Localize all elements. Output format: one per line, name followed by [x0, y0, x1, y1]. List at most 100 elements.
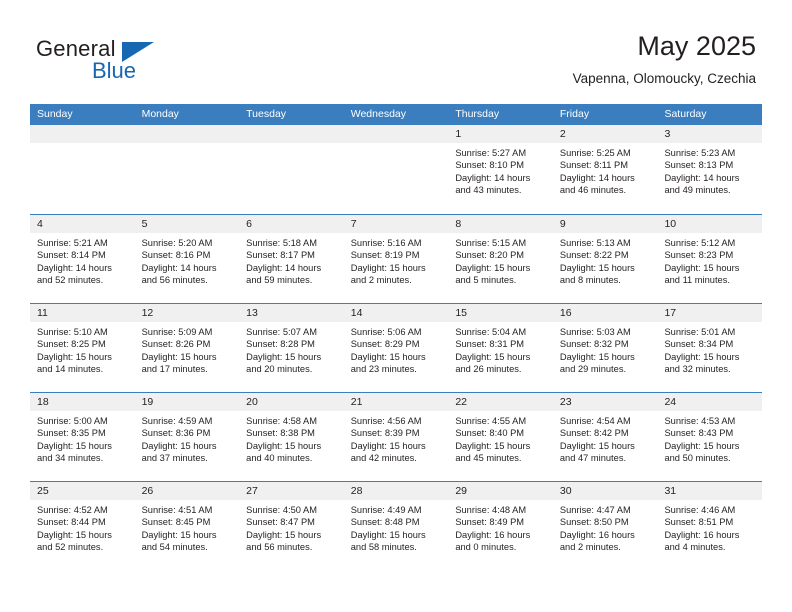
day-number: 26 [134, 482, 240, 500]
weekday-header-wednesday: Wednesday [350, 108, 406, 120]
sunrise-time: Sunrise: 5:03 AM [559, 327, 631, 337]
sunset-time: Sunset: 8:25 PM [37, 339, 106, 350]
day-info: Sunrise: 5:03 AM Sunset: 8:32 PM Daylight:… [553, 322, 658, 376]
calendar-day-cell[interactable]: 2 Sunrise: 5:25 AM Sunset: 8:11 PM Daylight… [552, 125, 658, 214]
daylight-duration-line2: and 54 minutes. [141, 542, 208, 553]
sunrise-time: Sunrise: 5:01 AM [664, 327, 736, 337]
calendar-day-cell[interactable]: 8 Sunrise: 5:15 AM Sunset: 8:20 PM Daylight… [448, 215, 553, 303]
calendar-day-cell-empty[interactable] [134, 125, 240, 214]
sunset-time: Sunset: 8:32 PM [559, 339, 629, 350]
daylight-duration-line1: Daylight: 16 hours [664, 529, 740, 540]
sunrise-time: Sunrise: 5:25 AM [559, 148, 631, 158]
daylight-duration-line2: and 29 minutes. [559, 364, 627, 375]
daylight-duration-line1: Daylight: 15 hours [246, 351, 322, 362]
logo-text-blue: Blue [92, 58, 137, 83]
day-info: Sunrise: 5:00 AM Sunset: 8:35 PM Daylight:… [30, 411, 135, 465]
sunrise-time: Sunrise: 4:58 AM [246, 416, 317, 426]
sunrise-time: Sunrise: 5:12 AM [664, 238, 736, 248]
daylight-duration-line1: Daylight: 15 hours [664, 351, 740, 362]
daylight-duration-line1: Daylight: 14 hours [664, 172, 740, 183]
calendar-day-cell[interactable]: 24 Sunrise: 4:53 AM Sunset: 8:43 PM Dayligh… [657, 393, 763, 481]
day-number: 3 [657, 125, 763, 143]
day-info: Sunrise: 5:18 AM Sunset: 8:17 PM Daylight:… [239, 233, 344, 287]
calendar-day-cell[interactable]: 18 Sunrise: 5:00 AM Sunset: 8:35 PM Dayligh… [30, 393, 135, 481]
calendar-day-cell-empty[interactable] [239, 125, 344, 214]
day-info: Sunrise: 5:15 AM Sunset: 8:20 PM Daylight:… [448, 233, 553, 287]
sunset-time: Sunset: 8:34 PM [664, 339, 734, 350]
daylight-duration-line2: and 26 minutes. [455, 364, 522, 375]
calendar-day-cell[interactable]: 6 Sunrise: 5:18 AM Sunset: 8:17 PM Daylight… [239, 215, 344, 303]
sunset-time: Sunset: 8:10 PM [455, 160, 525, 171]
day-info: Sunrise: 5:10 AM Sunset: 8:25 PM Daylight:… [30, 322, 135, 376]
calendar-day-cell[interactable]: 28 Sunrise: 4:49 AM Sunset: 8:48 PM Dayligh… [343, 482, 449, 570]
calendar-day-cell-empty[interactable] [30, 125, 135, 214]
calendar-day-cell[interactable]: 16 Sunrise: 5:03 AM Sunset: 8:32 PM Dayligh… [552, 304, 658, 392]
day-number: 1 [448, 125, 553, 143]
calendar-day-cell[interactable]: 3 Sunrise: 5:23 AM Sunset: 8:13 PM Daylight… [657, 125, 763, 214]
sunset-time: Sunset: 8:11 PM [559, 160, 628, 171]
calendar-day-cell[interactable]: 31 Sunrise: 4:46 AM Sunset: 8:51 PM Dayligh… [657, 482, 763, 570]
day-info: Sunrise: 4:49 AM Sunset: 8:48 PM Daylight:… [344, 500, 449, 554]
calendar-day-cell[interactable]: 14 Sunrise: 5:06 AM Sunset: 8:29 PM Dayligh… [343, 304, 449, 392]
daylight-duration-line1: Daylight: 15 hours [559, 262, 635, 273]
weekday-header-row: Sunday Monday Tuesday Wednesday Thursday… [30, 104, 762, 125]
sunset-time: Sunset: 8:47 PM [246, 517, 315, 528]
day-number: 17 [657, 304, 763, 322]
day-info: Sunrise: 5:25 AM Sunset: 8:11 PM Daylight:… [553, 143, 658, 197]
sunset-time: Sunset: 8:44 PM [37, 517, 106, 528]
calendar-day-cell[interactable]: 4 Sunrise: 5:21 AM Sunset: 8:14 PM Daylight… [30, 215, 135, 303]
calendar-day-cell[interactable]: 20 Sunrise: 4:58 AM Sunset: 8:38 PM Dayligh… [239, 393, 344, 481]
calendar-day-cell[interactable]: 21 Sunrise: 4:56 AM Sunset: 8:39 PM Dayligh… [343, 393, 449, 481]
calendar-day-cell[interactable]: 30 Sunrise: 4:47 AM Sunset: 8:50 PM Dayligh… [552, 482, 658, 570]
calendar-day-cell[interactable]: 27 Sunrise: 4:50 AM Sunset: 8:47 PM Dayligh… [239, 482, 344, 570]
sunrise-time: Sunrise: 4:47 AM [559, 505, 631, 515]
day-number: 23 [552, 393, 658, 411]
calendar-day-cell[interactable]: 22 Sunrise: 4:55 AM Sunset: 8:40 PM Dayligh… [448, 393, 553, 481]
sunset-time: Sunset: 8:38 PM [246, 428, 315, 439]
calendar-day-cell[interactable]: 10 Sunrise: 5:12 AM Sunset: 8:23 PM Dayligh… [657, 215, 763, 303]
sunrise-time: Sunrise: 5:20 AM [141, 238, 213, 248]
sunset-time: Sunset: 8:39 PM [350, 428, 420, 439]
sunset-time: Sunset: 8:14 PM [37, 250, 106, 261]
weekday-header-friday: Friday [559, 108, 590, 120]
calendar-day-cell[interactable]: 11 Sunrise: 5:10 AM Sunset: 8:25 PM Dayligh… [30, 304, 135, 392]
calendar-day-cell[interactable]: 5 Sunrise: 5:20 AM Sunset: 8:16 PM Daylight… [134, 215, 240, 303]
sunrise-time: Sunrise: 4:56 AM [350, 416, 422, 426]
calendar-day-cell[interactable]: 29 Sunrise: 4:48 AM Sunset: 8:49 PM Dayligh… [448, 482, 553, 570]
daylight-duration-line2: and 40 minutes. [246, 453, 313, 464]
day-number: 7 [343, 215, 449, 233]
calendar-day-cell[interactable]: 7 Sunrise: 5:16 AM Sunset: 8:19 PM Daylight… [343, 215, 449, 303]
calendar-day-cell[interactable]: 1 Sunrise: 5:27 AM Sunset: 8:10 PM Daylight… [448, 125, 553, 214]
day-number: 30 [552, 482, 658, 500]
sunset-time: Sunset: 8:19 PM [350, 250, 420, 261]
sunset-time: Sunset: 8:20 PM [455, 250, 525, 261]
sunrise-time: Sunrise: 4:55 AM [455, 416, 527, 426]
day-info: Sunrise: 4:46 AM Sunset: 8:51 PM Daylight:… [657, 500, 762, 554]
sunrise-time: Sunrise: 5:09 AM [141, 327, 213, 337]
calendar-day-cell[interactable]: 25 Sunrise: 4:52 AM Sunset: 8:44 PM Dayligh… [30, 482, 135, 570]
daylight-duration-line1: Daylight: 15 hours [37, 529, 112, 540]
calendar-day-cell[interactable]: 15 Sunrise: 5:04 AM Sunset: 8:31 PM Dayligh… [448, 304, 553, 392]
page-header: General Blue May 2025 Vapenna, Olomoucky… [0, 0, 792, 104]
sunset-time: Sunset: 8:50 PM [559, 517, 629, 528]
calendar-day-cell[interactable]: 12 Sunrise: 5:09 AM Sunset: 8:26 PM Dayligh… [134, 304, 240, 392]
day-info: Sunrise: 5:01 AM Sunset: 8:34 PM Daylight:… [657, 322, 762, 376]
day-info: Sunrise: 4:52 AM Sunset: 8:44 PM Daylight:… [30, 500, 135, 554]
day-number: 25 [30, 482, 135, 500]
sunset-time: Sunset: 8:23 PM [664, 250, 734, 261]
sunrise-time: Sunrise: 5:21 AM [37, 238, 108, 248]
daylight-duration-line1: Daylight: 15 hours [455, 262, 531, 273]
calendar-day-cell[interactable]: 17 Sunrise: 5:01 AM Sunset: 8:34 PM Dayligh… [657, 304, 763, 392]
sunrise-time: Sunrise: 4:53 AM [664, 416, 736, 426]
day-number: 20 [239, 393, 344, 411]
daylight-duration-line2: and 2 minutes. [350, 275, 412, 286]
calendar-day-cell[interactable]: 23 Sunrise: 4:54 AM Sunset: 8:42 PM Dayligh… [552, 393, 658, 481]
calendar-day-cell[interactable]: 9 Sunrise: 5:13 AM Sunset: 8:22 PM Daylight… [552, 215, 658, 303]
day-info: Sunrise: 5:09 AM Sunset: 8:26 PM Daylight:… [135, 322, 240, 376]
calendar-day-cell[interactable]: 26 Sunrise: 4:51 AM Sunset: 8:45 PM Dayligh… [134, 482, 240, 570]
daylight-duration-line1: Daylight: 16 hours [455, 529, 531, 540]
day-number: 9 [552, 215, 658, 233]
calendar-day-cell-empty[interactable] [343, 125, 449, 214]
calendar-day-cell[interactable]: 19 Sunrise: 4:59 AM Sunset: 8:36 PM Dayligh… [134, 393, 240, 481]
calendar-day-cell[interactable]: 13 Sunrise: 5:07 AM Sunset: 8:28 PM Dayligh… [239, 304, 344, 392]
